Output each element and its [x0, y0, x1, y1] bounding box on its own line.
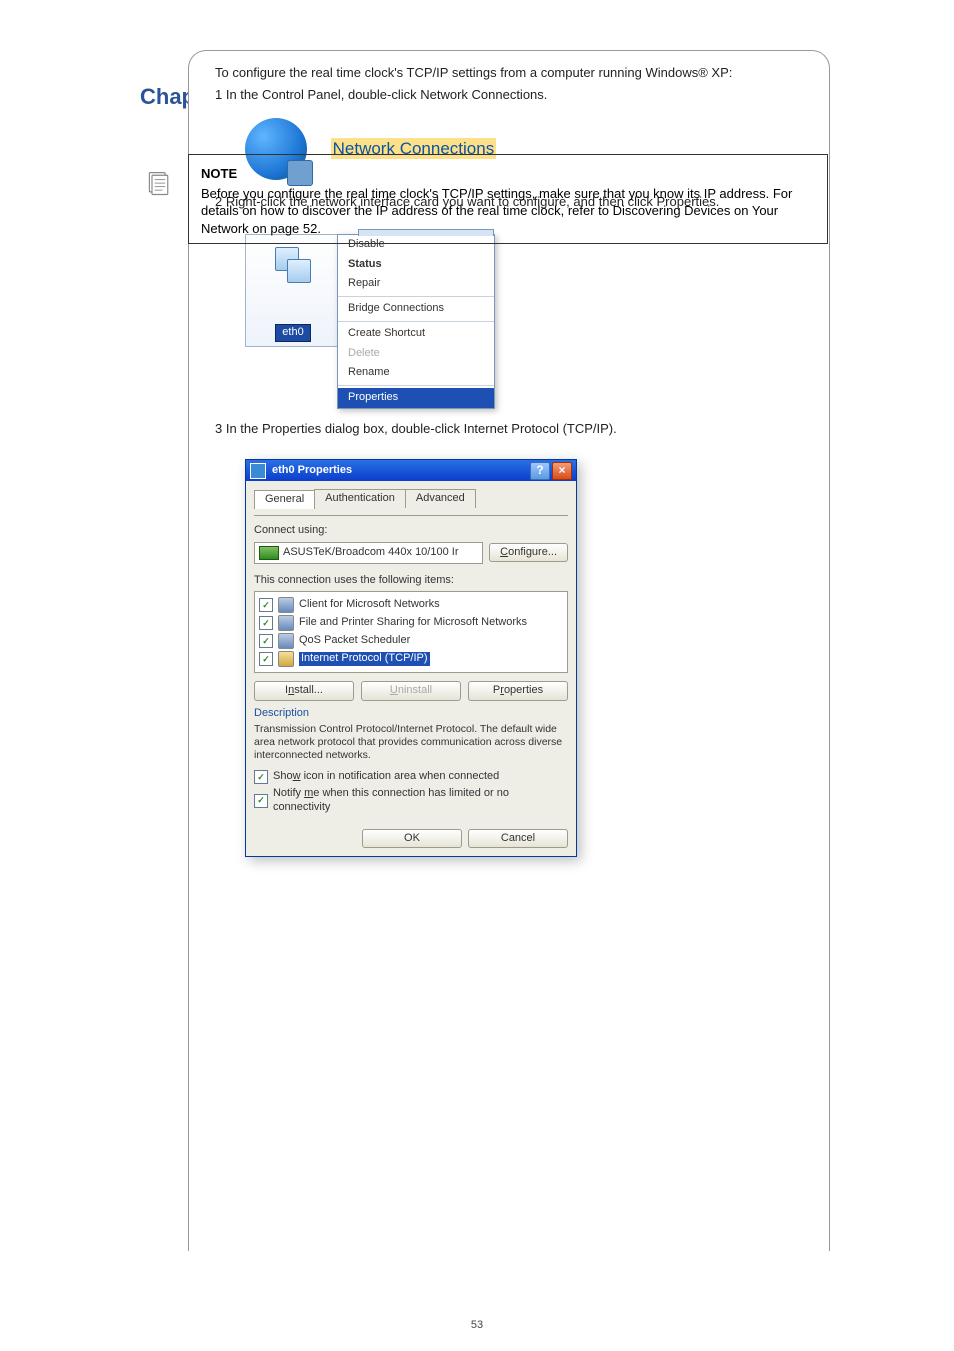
- step-3: 3 In the Properties dialog box, double-c…: [215, 421, 803, 437]
- intro-text: To configure the real time clock's TCP/I…: [215, 65, 803, 81]
- item-label: Client for Microsoft Networks: [299, 598, 440, 612]
- uninstall-button: Uninstall: [361, 681, 461, 701]
- tab-strip: General Authentication Advanced: [254, 489, 568, 508]
- item-label: File and Printer Sharing for Microsoft N…: [299, 616, 527, 630]
- eth0-card[interactable]: eth0: [245, 234, 341, 347]
- nic-titlebar-icon: [250, 463, 266, 479]
- fileprint-icon: [278, 615, 294, 631]
- page: Chapter 7: Specifying TCP/IP Settings To…: [0, 0, 954, 1351]
- description-heading: Description: [254, 707, 568, 721]
- note-page-icon: [145, 170, 173, 198]
- dialog-body: General Authentication Advanced Connect …: [246, 481, 576, 856]
- checkbox-icon[interactable]: ✓: [259, 598, 273, 612]
- help-button-icon[interactable]: ?: [530, 462, 550, 480]
- menu-delete: Delete: [338, 344, 494, 364]
- description-text: Transmission Control Protocol/Internet P…: [254, 723, 568, 762]
- adapter-field[interactable]: ASUSTeK/Broadcom 440x 10/100 Ir: [254, 542, 483, 564]
- qos-icon: [278, 633, 294, 649]
- menu-bridge[interactable]: Bridge Connections: [338, 299, 494, 319]
- note-text: Before you configure the real time clock…: [201, 185, 815, 238]
- checkbox-icon[interactable]: ✓: [259, 634, 273, 648]
- connect-using-label: Connect using:: [254, 524, 568, 538]
- list-item[interactable]: ✓ QoS Packet Scheduler: [259, 632, 563, 650]
- checkbox-icon[interactable]: ✓: [259, 616, 273, 630]
- checkbox-icon[interactable]: ✓: [254, 770, 268, 784]
- tab-authentication[interactable]: Authentication: [314, 489, 406, 508]
- checkbox-icon[interactable]: ✓: [254, 794, 268, 808]
- cancel-button[interactable]: Cancel: [468, 829, 568, 849]
- tcpip-icon: [278, 651, 294, 667]
- menu-create-shortcut[interactable]: Create Shortcut: [338, 324, 494, 344]
- eth0-context-menu-figure: eth0 Disable Status Repair Bridge Connec…: [245, 234, 803, 409]
- menu-separator: [338, 321, 494, 322]
- list-item-selected[interactable]: ✓ Internet Protocol (TCP/IP): [259, 650, 563, 668]
- note-heading: NOTE: [201, 165, 815, 183]
- menu-separator: [338, 385, 494, 386]
- menu-properties[interactable]: Properties: [338, 388, 494, 408]
- menu-rename[interactable]: Rename: [338, 363, 494, 383]
- titlebar[interactable]: eth0 Properties ? ×: [246, 460, 576, 481]
- note-box: NOTE Before you configure the real time …: [188, 154, 828, 244]
- checkbox-icon[interactable]: ✓: [259, 652, 273, 666]
- nic-chip-icon: [259, 546, 279, 560]
- item-label: QoS Packet Scheduler: [299, 634, 410, 648]
- uses-items-label: This connection uses the following items…: [254, 574, 568, 588]
- client-icon: [278, 597, 294, 613]
- items-list[interactable]: ✓ Client for Microsoft Networks ✓ File a…: [254, 591, 568, 673]
- step-1: 1 In the Control Panel, double-click Net…: [215, 87, 803, 103]
- context-menu: Disable Status Repair Bridge Connections…: [337, 234, 495, 409]
- page-number: 53: [0, 1319, 954, 1331]
- configure-button[interactable]: Configure...: [489, 543, 568, 563]
- eth0-label: eth0: [275, 324, 310, 342]
- ok-button[interactable]: OK: [362, 829, 462, 849]
- tab-general[interactable]: General: [254, 490, 315, 509]
- dialog-title: eth0 Properties: [272, 464, 352, 478]
- nic-icon: [273, 245, 313, 285]
- list-item[interactable]: ✓ Client for Microsoft Networks: [259, 596, 563, 614]
- close-icon[interactable]: ×: [552, 462, 572, 480]
- properties-button[interactable]: Properties: [468, 681, 568, 701]
- notify-checkbox[interactable]: ✓ Notify me when this connection has lim…: [254, 787, 568, 815]
- menu-repair[interactable]: Repair: [338, 274, 494, 294]
- install-button[interactable]: Install...: [254, 681, 354, 701]
- eth0-properties-dialog: eth0 Properties ? × General Authenticati…: [245, 459, 577, 857]
- tab-advanced[interactable]: Advanced: [405, 489, 476, 508]
- menu-separator: [338, 296, 494, 297]
- adapter-name: ASUSTeK/Broadcom 440x 10/100 Ir: [283, 546, 458, 560]
- menu-status[interactable]: Status: [338, 255, 494, 275]
- show-icon-checkbox[interactable]: ✓ Show icon in notification area when co…: [254, 770, 568, 784]
- item-label: Internet Protocol (TCP/IP): [299, 652, 430, 666]
- list-item[interactable]: ✓ File and Printer Sharing for Microsoft…: [259, 614, 563, 632]
